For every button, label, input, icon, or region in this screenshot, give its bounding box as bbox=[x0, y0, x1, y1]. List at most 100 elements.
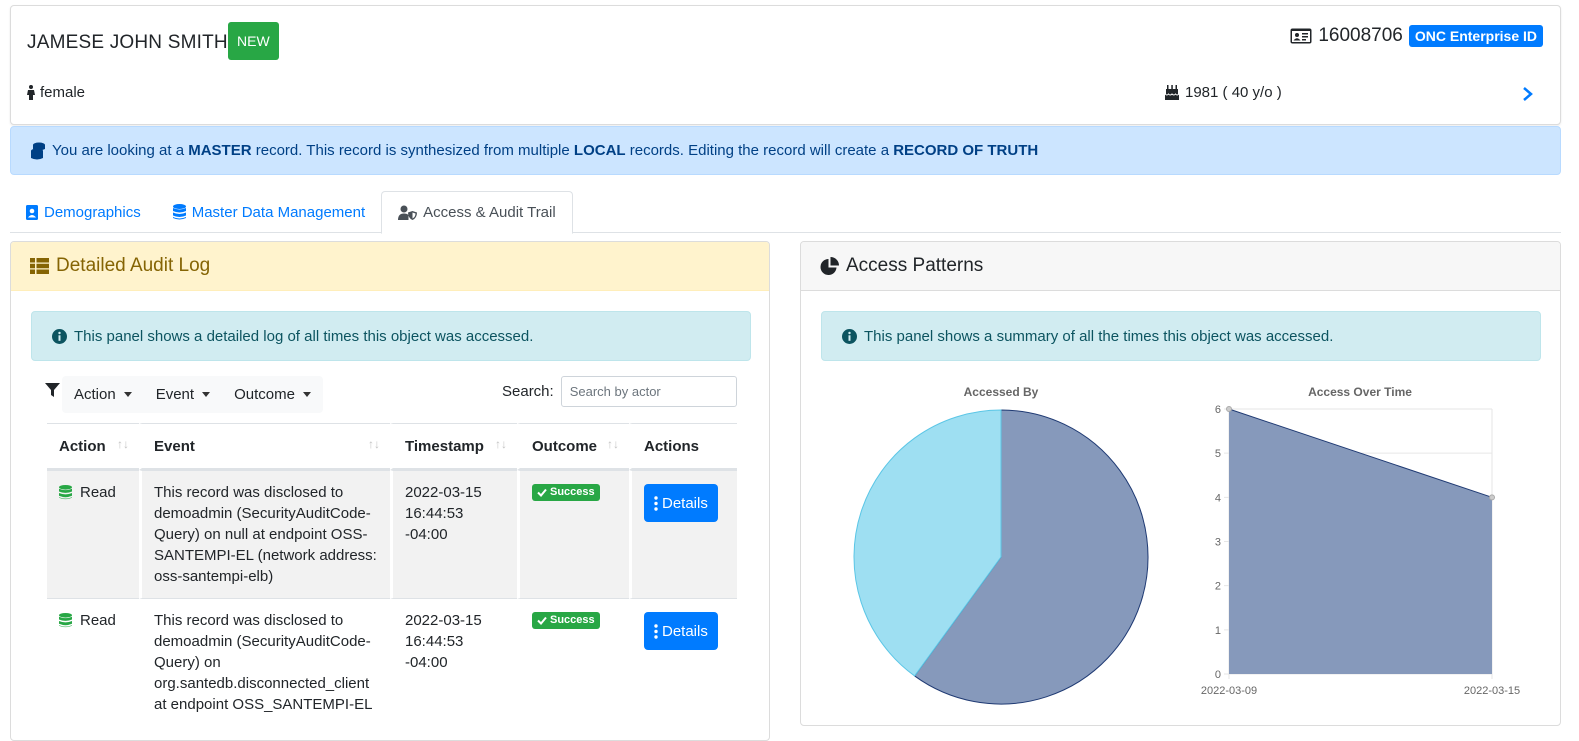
table-list-icon bbox=[30, 258, 49, 274]
x-tick-label: 2022-03-09 bbox=[1201, 685, 1257, 697]
audit-log-title: Detailed Audit Log bbox=[56, 255, 211, 276]
filter-label: Event bbox=[155, 386, 195, 403]
patient-header-card: JAMESE JOHN SMITH NEW female 16008706 ON… bbox=[10, 5, 1561, 125]
y-tick-label: 5 bbox=[1215, 448, 1221, 460]
database-icon bbox=[31, 142, 45, 159]
column-header-event[interactable]: Event ↑↓ bbox=[139, 423, 390, 470]
cell-action: Read bbox=[47, 470, 139, 598]
record-tabs: Demographics Master Data Management Acce… bbox=[10, 191, 1561, 234]
cell-action: Read bbox=[47, 598, 139, 726]
audit-info-alert: This panel shows a detailed log of all t… bbox=[31, 311, 751, 361]
cell-actions: Details bbox=[629, 470, 737, 598]
info-circle-icon bbox=[52, 328, 67, 344]
info-circle-icon bbox=[842, 328, 857, 344]
column-header-action[interactable]: Action ↑↓ bbox=[47, 423, 139, 470]
data-point[interactable] bbox=[1226, 406, 1232, 412]
cell-event: This record was disclosed to demoadmin (… bbox=[139, 598, 390, 726]
cell-timestamp: 2022-03-15 16:44:53 -04:00 bbox=[390, 470, 517, 598]
x-tick-label: 2022-03-15 bbox=[1464, 685, 1520, 697]
filter-button-group: Action Event Outcome bbox=[62, 376, 323, 413]
ellipsis-vertical-icon bbox=[654, 623, 658, 639]
access-over-time-area-chart: 0 1 2 3 4 5 6 2022-03-09 2022-03-15 bbox=[1201, 404, 1520, 697]
gender-info: female bbox=[27, 84, 85, 101]
access-patterns-title: Access Patterns bbox=[846, 255, 984, 276]
filter-bar: Action Event Outcome bbox=[45, 376, 323, 413]
filter-outcome-dropdown[interactable]: Outcome bbox=[222, 376, 323, 413]
check-icon bbox=[537, 488, 547, 497]
sort-icon: ↑↓ bbox=[607, 437, 619, 451]
cell-outcome: Success bbox=[517, 598, 629, 726]
cell-timestamp: 2022-03-15 16:44:53 -04:00 bbox=[390, 598, 517, 726]
sort-icon: ↑↓ bbox=[495, 437, 507, 451]
y-tick-label: 6 bbox=[1215, 404, 1221, 416]
area-series bbox=[1229, 409, 1492, 674]
birthday-cake-icon bbox=[1165, 85, 1179, 100]
id-card-icon bbox=[1290, 28, 1312, 44]
cell-event: This record was disclosed to demoadmin (… bbox=[139, 470, 390, 598]
pie-chart-title: Accessed By bbox=[963, 385, 1039, 399]
master-record-alert: You are looking at a MASTER record. This… bbox=[10, 126, 1561, 175]
y-tick-label: 0 bbox=[1215, 669, 1221, 681]
enterprise-id-badge: ONC Enterprise ID bbox=[1408, 25, 1543, 47]
accessed-by-pie-chart bbox=[853, 409, 1149, 705]
column-header-outcome[interactable]: Outcome ↑↓ bbox=[517, 423, 629, 470]
y-tick-label: 2 bbox=[1215, 581, 1221, 593]
access-patterns-header: Access Patterns bbox=[801, 242, 1560, 291]
expand-chevron-icon[interactable] bbox=[1522, 86, 1534, 107]
enterprise-id-value: 16008706 bbox=[1318, 25, 1403, 46]
y-tick-label: 4 bbox=[1215, 492, 1221, 504]
patterns-info-alert: This panel shows a summary of all the ti… bbox=[821, 311, 1541, 361]
tab-label: Master Data Management bbox=[191, 203, 366, 221]
patterns-info-text: This panel shows a summary of all the ti… bbox=[864, 327, 1334, 345]
patient-name: JAMESE JOHN SMITH bbox=[27, 32, 228, 53]
ellipsis-vertical-icon bbox=[654, 495, 658, 511]
sort-icon: ↑↓ bbox=[368, 437, 380, 451]
enterprise-id-block: 16008706 ONC Enterprise ID bbox=[1290, 25, 1543, 47]
action-value: Read bbox=[80, 484, 116, 501]
filter-label: Outcome bbox=[234, 386, 295, 403]
details-button[interactable]: Details bbox=[644, 612, 718, 650]
cell-outcome: Success bbox=[517, 470, 629, 598]
id-badge-icon bbox=[26, 204, 38, 220]
user-shield-icon bbox=[398, 205, 418, 220]
filter-action-dropdown[interactable]: Action bbox=[62, 376, 144, 413]
data-point[interactable] bbox=[1489, 494, 1495, 501]
y-tick-label: 3 bbox=[1215, 537, 1221, 549]
details-button[interactable]: Details bbox=[644, 484, 718, 522]
table-row: Read This record was disclosed to demoad… bbox=[47, 598, 737, 726]
success-badge: Success bbox=[532, 612, 600, 629]
audit-log-header: Detailed Audit Log bbox=[11, 242, 769, 291]
tab-access-audit-trail[interactable]: Access & Audit Trail bbox=[381, 191, 573, 234]
birth-value: 1981 ( 40 y/o ) bbox=[1185, 84, 1282, 101]
tab-demographics[interactable]: Demographics bbox=[10, 191, 157, 233]
table-row: Read This record was disclosed to demoad… bbox=[47, 470, 737, 598]
birth-info: 1981 ( 40 y/o ) bbox=[1165, 84, 1282, 101]
tab-label: Demographics bbox=[44, 203, 141, 221]
check-icon bbox=[537, 616, 547, 625]
caret-down-icon bbox=[123, 392, 132, 397]
audit-info-text: This panel shows a detailed log of all t… bbox=[74, 327, 534, 345]
audit-log-card: Detailed Audit Log This panel shows a de… bbox=[10, 241, 770, 741]
audit-table: Action ↑↓ Event ↑↓ Timestamp ↑↓ Outcome ↑↓ A… bbox=[47, 423, 737, 726]
table-header-row: Action ↑↓ Event ↑↓ Timestamp ↑↓ Outcome ↑↓ A… bbox=[47, 423, 737, 470]
success-badge: Success bbox=[532, 484, 600, 501]
chart-pie-icon bbox=[820, 256, 839, 275]
column-header-actions: Actions bbox=[629, 423, 737, 470]
filter-icon bbox=[45, 383, 60, 397]
tab-master-data-management[interactable]: Master Data Management bbox=[157, 191, 381, 233]
female-icon bbox=[27, 85, 35, 100]
search-input[interactable] bbox=[560, 376, 737, 407]
master-alert-text: You are looking at a MASTER record. This… bbox=[52, 142, 1039, 159]
tab-label: Access & Audit Trail bbox=[423, 204, 556, 221]
database-icon bbox=[59, 613, 72, 628]
new-badge: NEW bbox=[228, 22, 279, 60]
access-patterns-card: Access Patterns This panel shows a summa… bbox=[800, 241, 1561, 726]
filter-event-dropdown[interactable]: Event bbox=[144, 376, 222, 413]
filter-label: Action bbox=[74, 386, 116, 403]
column-header-timestamp[interactable]: Timestamp ↑↓ bbox=[390, 423, 517, 470]
caret-down-icon bbox=[202, 392, 211, 397]
search-group: Search: bbox=[502, 376, 737, 407]
database-icon bbox=[59, 485, 72, 500]
y-tick-label: 1 bbox=[1215, 625, 1221, 637]
cell-actions: Details bbox=[629, 598, 737, 726]
